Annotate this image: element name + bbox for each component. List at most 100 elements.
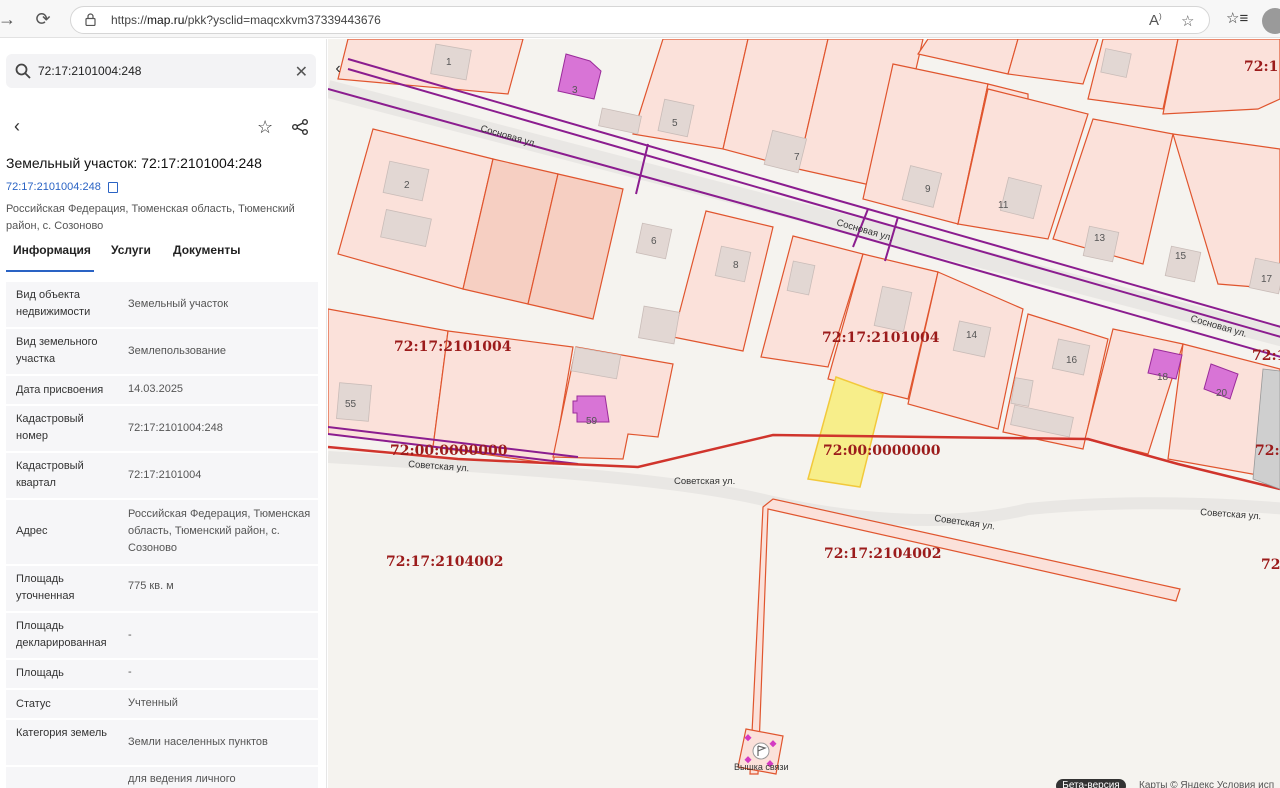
tower-marker[interactable]: Вышка связи <box>734 728 789 775</box>
object-title: Земельный участок: 72:17:2101004:248 <box>6 155 262 171</box>
info-row-value: Землепользование <box>128 345 227 357</box>
street-label: Советская ул. <box>674 476 735 487</box>
selected-parcel[interactable] <box>807 376 884 488</box>
house-number: 1 <box>446 57 452 68</box>
info-row-value: 72:17:2101004 <box>128 469 202 481</box>
quarter-label: 72:17:2104002 <box>824 546 942 562</box>
info-row-label: Категория земель <box>16 727 107 739</box>
address-bar[interactable]: https://map.ru/pkk?ysclid=maqcxkvm373394… <box>70 6 1210 34</box>
info-row-value: Учтенный <box>128 697 178 709</box>
map-copyright: Карты © Яндекс Условия исп <box>1139 780 1275 788</box>
info-row: Дата присвоения 14.03.2025 <box>6 376 318 404</box>
info-sidebar: ✕ ‹ ☆ Земельный участок: 72:17:2101004:2… <box>0 39 327 788</box>
reload-icon[interactable]: ⟳ <box>32 8 54 30</box>
building <box>598 107 642 135</box>
quarter-label: 72:17:2101004 <box>822 330 940 346</box>
building <box>1082 225 1120 263</box>
info-row: Вид объекта недвижимости Земельный участ… <box>6 282 318 327</box>
house-number: 14 <box>966 330 978 341</box>
quarter-label: 72:17:2104002 <box>386 554 504 570</box>
info-row-label: Площадь уточненная <box>16 573 75 602</box>
info-row-value: для ведения личного <box>128 773 236 785</box>
map-canvas[interactable]: 1 3 5 7 9 11 13 15 17 2 6 8 14 16 18 20 … <box>328 39 1280 788</box>
info-row: Площадь - <box>6 660 318 688</box>
active-tab-indicator <box>6 270 94 272</box>
parcel[interactable] <box>1007 39 1099 85</box>
info-row-value: Российская Федерация, Тюменская область,… <box>128 508 311 554</box>
info-row-value: - <box>128 666 132 678</box>
info-row-value: 72:17:2101004:248 <box>128 422 223 434</box>
tab-documents[interactable]: Документы <box>173 243 240 257</box>
info-row-label: Площадь декларированная <box>16 620 107 649</box>
back-arrow-icon[interactable]: ‹ <box>14 116 20 137</box>
house-number: 55 <box>345 399 357 410</box>
house-number: 16 <box>1066 355 1078 366</box>
favorite-star-icon[interactable]: ☆ <box>257 117 273 138</box>
cadastral-number-link[interactable]: 72:17:2101004:248 <box>6 181 101 193</box>
tower-label: Вышка связи <box>734 762 789 772</box>
parcel[interactable] <box>917 39 1019 75</box>
quarter-label: 72:17:2101004 <box>394 339 512 355</box>
info-row: Категория земель Земли населенных пункто… <box>6 720 318 765</box>
house-number: 13 <box>1094 233 1106 244</box>
parcel-strip[interactable] <box>749 498 1181 775</box>
tab-services[interactable]: Услуги <box>111 243 151 257</box>
profile-avatar[interactable] <box>1262 8 1280 34</box>
house-number: 6 <box>651 236 657 247</box>
house-number: 5 <box>672 118 678 129</box>
browser-toolbar: → ⟳ https://map.ru/pkk?ysclid=maqcxkvm37… <box>0 0 1280 38</box>
cadastral-map[interactable]: 1 3 5 7 9 11 13 15 17 2 6 8 14 16 18 20 … <box>328 39 1280 788</box>
info-row-label: Статус <box>16 698 51 710</box>
info-row: для ведения личного <box>6 767 318 788</box>
parcel[interactable] <box>337 39 524 95</box>
house-number: 11 <box>998 200 1009 211</box>
url-text: https://map.ru/pkk?ysclid=maqcxkvm373394… <box>111 13 381 27</box>
info-row-value: Земли населенных пунктов <box>128 736 268 748</box>
house-number: 9 <box>925 184 931 195</box>
parcel[interactable] <box>672 210 774 352</box>
copy-icon[interactable] <box>108 182 118 193</box>
tab-information[interactable]: Информация <box>13 243 91 257</box>
house-number: 18 <box>1157 372 1169 383</box>
house-number: 20 <box>1216 388 1228 399</box>
house-number: 59 <box>586 416 598 427</box>
parcel[interactable] <box>328 308 449 448</box>
info-row: Площадь уточненная 775 кв. м <box>6 566 318 611</box>
house-number: 8 <box>733 260 739 271</box>
building <box>638 305 680 345</box>
building <box>1100 48 1132 78</box>
forward-icon[interactable]: → <box>0 8 18 30</box>
object-address: Российская Федерация, Тюменская область,… <box>6 203 295 232</box>
info-row: Адрес Российская Федерация, Тюменская об… <box>6 500 318 564</box>
info-row: Статус Учтенный <box>6 690 318 718</box>
favorites-list-icon[interactable]: ☆≡ <box>1226 9 1248 27</box>
info-row-label: Вид объекта недвижимости <box>16 289 91 318</box>
building[interactable] <box>557 53 602 100</box>
lock-icon <box>85 13 96 26</box>
collapse-panel-icon[interactable]: ‹ <box>328 55 348 83</box>
info-row-label: Дата присвоения <box>16 384 104 396</box>
share-icon[interactable] <box>291 119 309 135</box>
house-number: 15 <box>1175 251 1187 262</box>
parcel[interactable] <box>1087 39 1179 110</box>
quarter-label: 72: <box>1255 443 1280 459</box>
info-table: Вид объекта недвижимости Земельный участ… <box>6 282 318 788</box>
clear-search-icon[interactable]: ✕ <box>295 62 308 82</box>
house-number: 17 <box>1261 274 1273 285</box>
search-icon <box>15 63 31 79</box>
info-row-label: Площадь <box>16 667 64 679</box>
info-row: Вид земельного участка Землепользование <box>6 329 318 374</box>
search-input[interactable] <box>38 61 288 81</box>
read-aloud-icon[interactable]: A) <box>1149 12 1162 29</box>
quarter-label: 72 <box>1261 557 1280 573</box>
info-row-label: Кадастровый квартал <box>16 460 84 489</box>
favorite-star-icon[interactable]: ☆ <box>1181 12 1194 30</box>
beta-badge[interactable]: Бета-версия <box>1056 779 1126 788</box>
info-row-label: Вид земельного участка <box>16 336 98 365</box>
house-number: 7 <box>794 152 800 163</box>
parcel[interactable] <box>1162 39 1280 115</box>
info-row-value: 775 кв. м <box>128 580 174 592</box>
quarter-label: 72:00:0000000 <box>823 443 941 459</box>
info-row-value: Земельный участок <box>128 298 229 310</box>
house-number: 2 <box>404 180 410 191</box>
